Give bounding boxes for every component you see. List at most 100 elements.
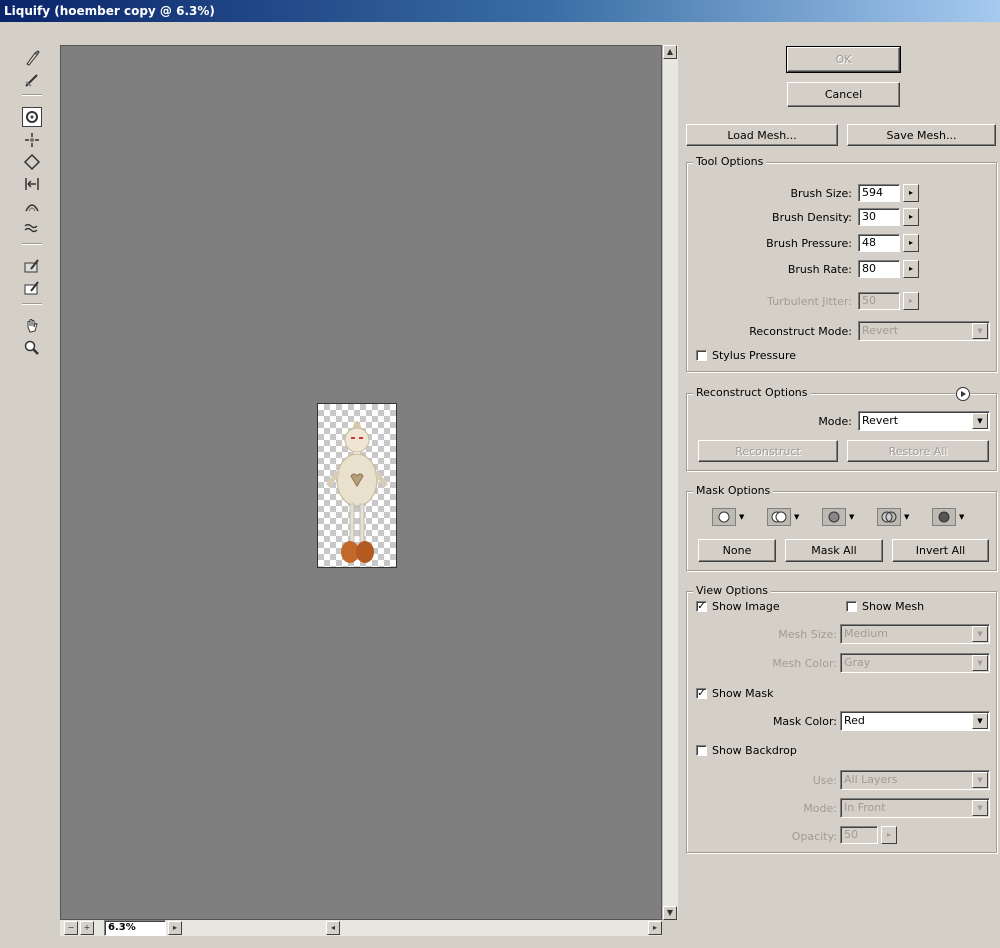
brush-pressure-slider-button[interactable]: ▸ <box>903 234 919 252</box>
view-options-title: View Options <box>693 584 772 597</box>
mask-subtract-selection[interactable]: ▼ <box>822 507 856 527</box>
mask-replace-icon <box>712 508 736 526</box>
checkbox-box <box>846 601 857 612</box>
show-mesh-label: Show Mesh <box>862 600 925 613</box>
bloat-tool-icon[interactable] <box>22 152 42 172</box>
mesh-color-select[interactable]: Gray ▼ <box>840 653 990 673</box>
chevron-down-icon: ▼ <box>849 513 855 521</box>
brush-density-field[interactable]: 30 <box>858 208 900 226</box>
twirl-clockwise-tool-icon[interactable] <box>22 107 42 127</box>
cancel-button[interactable]: Cancel <box>787 82 900 107</box>
stylus-pressure-label: Stylus Pressure <box>712 349 797 362</box>
hand-tool-icon[interactable] <box>22 316 42 336</box>
brush-rate-label: Brush Rate: <box>787 263 852 276</box>
backdrop-use-value: All Layers <box>844 773 898 786</box>
brush-rate-field[interactable]: 80 <box>858 260 900 278</box>
turbulent-jitter-field[interactable]: 50 <box>858 292 900 310</box>
mask-color-value: Red <box>844 714 865 727</box>
mask-color-select[interactable]: Red ▼ <box>840 711 990 731</box>
chevron-down-icon: ▼ <box>794 513 800 521</box>
mask-replace-selection[interactable]: ▼ <box>712 507 746 527</box>
show-mask-checkbox[interactable]: ✓ Show Mask <box>696 687 774 700</box>
backdrop-mode-select[interactable]: In Front ▼ <box>840 798 990 818</box>
brush-density-slider-button[interactable]: ▸ <box>903 208 919 226</box>
reconstruct-mode-dropdown-value: Revert <box>862 414 899 427</box>
brush-size-field[interactable]: 594 <box>858 184 900 202</box>
window-title-bar: Liquify (hoember copy @ 6.3%) <box>0 0 1000 22</box>
mesh-size-select[interactable]: Medium ▼ <box>840 624 990 644</box>
brush-size-label: Brush Size: <box>790 187 852 200</box>
turbulence-tool-icon[interactable] <box>22 218 42 238</box>
horizontal-scrollbar[interactable]: − + 6.3% ▸ ◂ ▸ <box>60 920 662 936</box>
opacity-slider-button[interactable]: ▸ <box>881 826 897 844</box>
mask-none-button[interactable]: None <box>698 539 776 562</box>
pucker-tool-icon[interactable] <box>22 130 42 150</box>
invert-all-button[interactable]: Invert All <box>892 539 989 562</box>
brush-rate-slider-button[interactable]: ▸ <box>903 260 919 278</box>
show-backdrop-checkbox[interactable]: Show Backdrop <box>696 744 797 757</box>
reconstruct-options-title: Reconstruct Options <box>693 386 811 399</box>
turbulent-jitter-label: Turbulent Jitter: <box>767 295 852 308</box>
zoom-in-button[interactable]: + <box>80 921 94 935</box>
scroll-up-button[interactable]: ▲ <box>663 45 677 59</box>
scroll-left-button[interactable]: ◂ <box>326 921 340 935</box>
chevron-down-icon: ▼ <box>972 772 988 788</box>
chevron-down-icon: ▼ <box>972 713 988 729</box>
reconstruct-menu-button[interactable] <box>955 386 971 402</box>
reconstruct-button[interactable]: Reconstruct <box>698 440 838 462</box>
reconstruct-mode-value: Revert <box>862 324 899 337</box>
zoom-out-button[interactable]: − <box>64 921 78 935</box>
forward-warp-tool-icon[interactable] <box>22 48 42 68</box>
chevron-down-icon: ▼ <box>972 626 988 642</box>
checkbox-box: ✓ <box>696 688 707 699</box>
scroll-right-button[interactable]: ▸ <box>648 921 662 935</box>
scroll-down-button[interactable]: ▼ <box>663 906 677 920</box>
checkbox-box: ✓ <box>696 601 707 612</box>
mask-all-button[interactable]: Mask All <box>785 539 883 562</box>
show-image-checkbox[interactable]: ✓ Show Image <box>696 600 780 613</box>
mask-add-selection[interactable]: ▼ <box>767 507 801 527</box>
reconstruct-mode-select[interactable]: Revert ▼ <box>858 321 990 341</box>
stylus-pressure-checkbox[interactable]: Stylus Pressure <box>696 349 796 362</box>
zoom-level-field[interactable]: 6.3% <box>104 920 166 936</box>
image-preview <box>317 403 397 568</box>
restore-all-button[interactable]: Restore All <box>847 440 989 462</box>
doll-image <box>325 421 389 563</box>
mesh-color-label: Mesh Color: <box>772 657 837 670</box>
backdrop-use-select[interactable]: All Layers ▼ <box>840 770 990 790</box>
chevron-down-icon: ▼ <box>739 513 745 521</box>
zoom-menu-button[interactable]: ▸ <box>168 921 182 935</box>
reconstruct-mode-dropdown[interactable]: Revert ▼ <box>858 411 990 431</box>
freeze-mask-tool-icon[interactable] <box>22 256 42 276</box>
mask-add-icon <box>767 508 791 526</box>
chevron-down-icon: ▼ <box>972 413 988 429</box>
opacity-label: Opacity: <box>791 830 837 843</box>
ok-button[interactable]: OK <box>786 46 901 73</box>
checkbox-box <box>696 745 707 756</box>
vertical-scrollbar[interactable]: ▲ ▼ <box>662 45 678 920</box>
mask-invert-selection[interactable]: ▼ <box>932 507 966 527</box>
turbulent-jitter-slider-button[interactable]: ▸ <box>903 292 919 310</box>
mask-intersect-icon <box>877 508 901 526</box>
thaw-mask-tool-icon[interactable] <box>22 278 42 298</box>
mirror-tool-icon[interactable] <box>22 196 42 216</box>
brush-pressure-label: Brush Pressure: <box>766 237 852 250</box>
push-left-tool-icon[interactable] <box>22 174 42 194</box>
load-mesh-button[interactable]: Load Mesh... <box>686 124 838 146</box>
show-mesh-checkbox[interactable]: Show Mesh <box>846 600 924 613</box>
brush-pressure-field[interactable]: 48 <box>858 234 900 252</box>
mask-intersect-selection[interactable]: ▼ <box>877 507 911 527</box>
reconstruct-mode-label: Reconstruct Mode: <box>749 325 852 338</box>
save-mesh-button[interactable]: Save Mesh... <box>847 124 996 146</box>
brush-size-slider-button[interactable]: ▸ <box>903 184 919 202</box>
use-label: Use: <box>812 774 837 787</box>
reconstruct-tool-icon[interactable] <box>22 70 42 90</box>
mask-subtract-icon <box>822 508 846 526</box>
tool-separator <box>22 303 42 305</box>
backdrop-mode-value: In Front <box>844 801 886 814</box>
opacity-field[interactable]: 50 <box>840 826 878 844</box>
window-title: Liquify (hoember copy @ 6.3%) <box>4 4 215 18</box>
show-mask-label: Show Mask <box>712 687 774 700</box>
zoom-tool-icon[interactable] <box>22 338 42 358</box>
checkbox-box <box>696 350 707 361</box>
